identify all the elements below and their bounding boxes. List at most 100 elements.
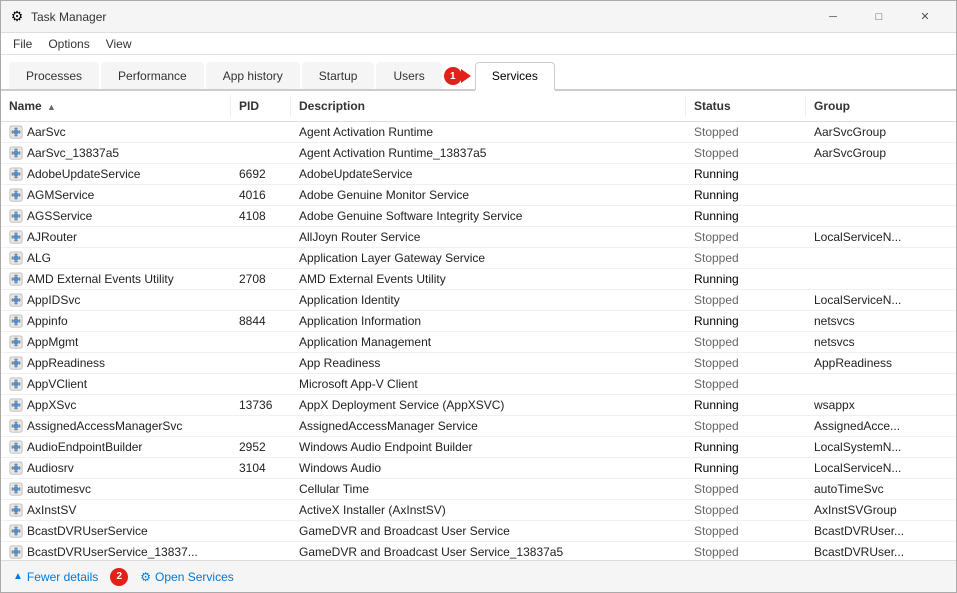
cell-name: AudioEndpointBuilder <box>1 437 231 457</box>
table-row[interactable]: AJRouter AllJoyn Router Service Stopped … <box>1 227 956 248</box>
cell-group: LocalServiceN... <box>806 227 956 247</box>
cell-group <box>806 248 956 268</box>
table-row[interactable]: AarSvc_13837a5 Agent Activation Runtime_… <box>1 143 956 164</box>
footer-badge-2: 2 <box>110 568 128 586</box>
cell-status: Stopped <box>686 227 806 247</box>
table-row[interactable]: AxInstSV ActiveX Installer (AxInstSV) St… <box>1 500 956 521</box>
service-icon <box>9 377 23 391</box>
cell-pid <box>231 332 291 352</box>
cell-description: Application Management <box>291 332 686 352</box>
service-icon <box>9 314 23 328</box>
cell-pid: 3104 <box>231 458 291 478</box>
table-row[interactable]: AudioEndpointBuilder 2952 Windows Audio … <box>1 437 956 458</box>
cell-status: Stopped <box>686 542 806 560</box>
table-row[interactable]: AppXSvc 13736 AppX Deployment Service (A… <box>1 395 956 416</box>
table-row[interactable]: autotimesvc Cellular Time Stopped autoTi… <box>1 479 956 500</box>
cell-description: GameDVR and Broadcast User Service <box>291 521 686 541</box>
table-row[interactable]: ALG Application Layer Gateway Service St… <box>1 248 956 269</box>
cell-description: Windows Audio <box>291 458 686 478</box>
table-row[interactable]: AppVClient Microsoft App-V Client Stoppe… <box>1 374 956 395</box>
open-services-button[interactable]: ⚙ Open Services <box>140 570 233 584</box>
cell-pid <box>231 416 291 436</box>
cell-name: autotimesvc <box>1 479 231 499</box>
tab-services[interactable]: Services <box>475 62 555 91</box>
table-row[interactable]: AMD External Events Utility 2708 AMD Ext… <box>1 269 956 290</box>
services-table-body[interactable]: AarSvc Agent Activation Runtime Stopped … <box>1 122 956 560</box>
cell-description: AssignedAccessManager Service <box>291 416 686 436</box>
table-row[interactable]: AssignedAccessManagerSvc AssignedAccessM… <box>1 416 956 437</box>
col-header-status[interactable]: Status <box>686 95 806 117</box>
col-header-group[interactable]: Group <box>806 95 956 117</box>
tab-performance[interactable]: Performance <box>101 62 204 89</box>
col-header-description[interactable]: Description <box>291 95 686 117</box>
table-row[interactable]: Appinfo 8844 Application Information Run… <box>1 311 956 332</box>
cell-group: netsvcs <box>806 332 956 352</box>
table-row[interactable]: AppIDSvc Application Identity Stopped Lo… <box>1 290 956 311</box>
cell-status: Stopped <box>686 500 806 520</box>
title-bar: ⚙ Task Manager ─ □ ✕ <box>1 1 956 33</box>
col-header-pid[interactable]: PID <box>231 95 291 117</box>
cell-status: Running <box>686 185 806 205</box>
menu-bar: File Options View <box>1 33 956 55</box>
cell-pid <box>231 500 291 520</box>
table-row[interactable]: BcastDVRUserService_13837... GameDVR and… <box>1 542 956 560</box>
cell-pid: 8844 <box>231 311 291 331</box>
service-icon <box>9 545 23 559</box>
maximize-button[interactable]: □ <box>856 1 902 33</box>
service-icon <box>9 188 23 202</box>
menu-view[interactable]: View <box>98 35 140 53</box>
service-icon <box>9 125 23 139</box>
cell-description: Application Information <box>291 311 686 331</box>
cell-pid: 4016 <box>231 185 291 205</box>
col-header-name[interactable]: Name ▲ <box>1 95 231 117</box>
cell-status: Stopped <box>686 374 806 394</box>
cell-group: LocalServiceN... <box>806 290 956 310</box>
cell-status: Stopped <box>686 353 806 373</box>
cell-name: Appinfo <box>1 311 231 331</box>
service-icon <box>9 440 23 454</box>
tab-startup[interactable]: Startup <box>302 62 375 89</box>
table-row[interactable]: AppMgmt Application Management Stopped n… <box>1 332 956 353</box>
service-icon <box>9 230 23 244</box>
service-icon <box>9 482 23 496</box>
tab-users[interactable]: Users <box>376 62 441 89</box>
service-icon <box>9 503 23 517</box>
tab-processes[interactable]: Processes <box>9 62 99 89</box>
cell-group: netsvcs <box>806 311 956 331</box>
table-row[interactable]: AppReadiness App Readiness Stopped AppRe… <box>1 353 956 374</box>
table-row[interactable]: BcastDVRUserService GameDVR and Broadcas… <box>1 521 956 542</box>
close-button[interactable]: ✕ <box>902 1 948 33</box>
cell-description: Application Layer Gateway Service <box>291 248 686 268</box>
cell-status: Stopped <box>686 143 806 163</box>
table-row[interactable]: AGSService 4108 Adobe Genuine Software I… <box>1 206 956 227</box>
service-icon <box>9 209 23 223</box>
menu-options[interactable]: Options <box>40 35 97 53</box>
service-icon <box>9 251 23 265</box>
cell-group: AxInstSVGroup <box>806 500 956 520</box>
fewer-details-button[interactable]: ▲ Fewer details <box>13 570 98 584</box>
tab-app-history[interactable]: App history <box>206 62 300 89</box>
table-row[interactable]: AGMService 4016 Adobe Genuine Monitor Se… <box>1 185 956 206</box>
cell-description: Windows Audio Endpoint Builder <box>291 437 686 457</box>
gear-icon: ⚙ <box>140 570 151 584</box>
cell-description: AMD External Events Utility <box>291 269 686 289</box>
cell-description: Microsoft App-V Client <box>291 374 686 394</box>
cell-name: AxInstSV <box>1 500 231 520</box>
cell-name: AppIDSvc <box>1 290 231 310</box>
sort-arrow-name: ▲ <box>47 102 56 112</box>
minimize-button[interactable]: ─ <box>810 1 856 33</box>
service-icon <box>9 524 23 538</box>
table-row[interactable]: Audiosrv 3104 Windows Audio Running Loca… <box>1 458 956 479</box>
service-icon <box>9 356 23 370</box>
cell-pid: 2708 <box>231 269 291 289</box>
cell-pid: 13736 <box>231 395 291 415</box>
table-row[interactable]: AarSvc Agent Activation Runtime Stopped … <box>1 122 956 143</box>
cell-pid <box>231 290 291 310</box>
cell-group: AarSvcGroup <box>806 143 956 163</box>
menu-file[interactable]: File <box>5 35 40 53</box>
cell-name: AppXSvc <box>1 395 231 415</box>
cell-name: AJRouter <box>1 227 231 247</box>
table-row[interactable]: AdobeUpdateService 6692 AdobeUpdateServi… <box>1 164 956 185</box>
cell-status: Running <box>686 458 806 478</box>
cell-description: Adobe Genuine Software Integrity Service <box>291 206 686 226</box>
